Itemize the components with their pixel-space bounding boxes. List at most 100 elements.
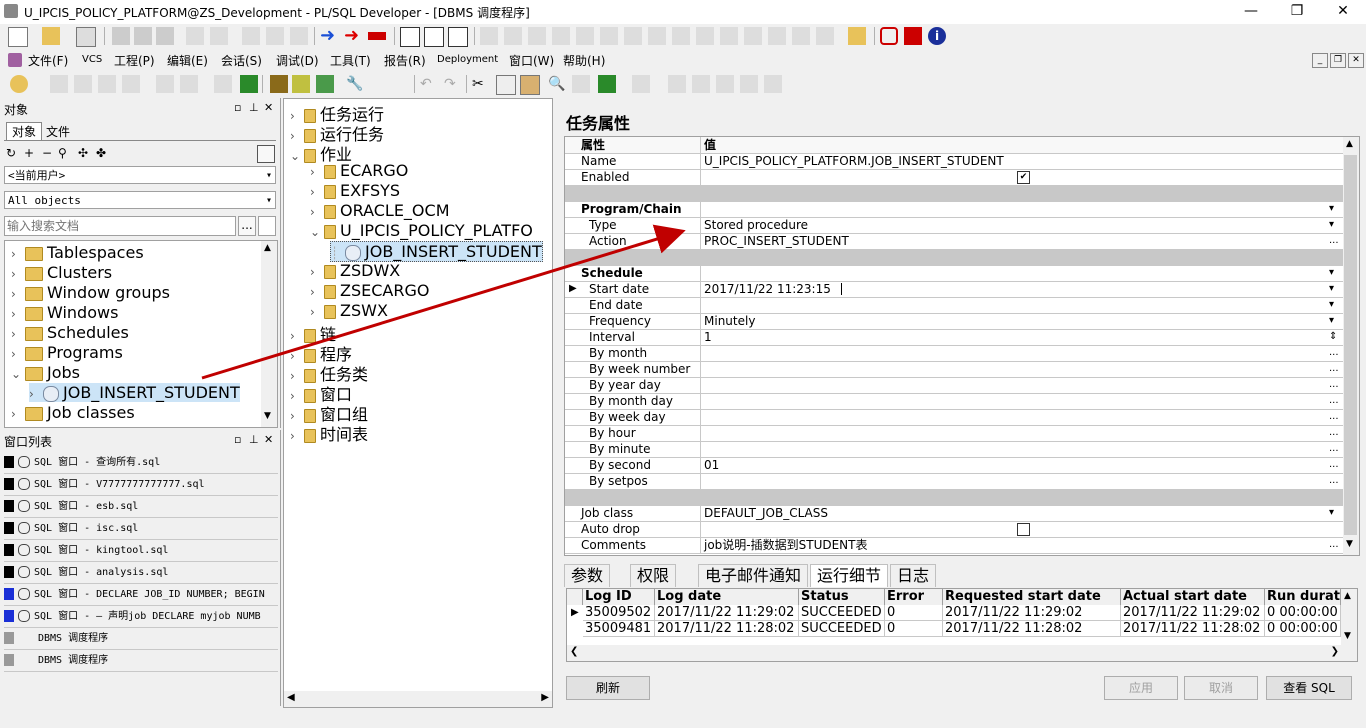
property-group[interactable]: Schedule ▾ — [565, 265, 1345, 282]
menu-session[interactable]: 会话(S) — [221, 52, 262, 69]
property-row[interactable]: By month day... — [565, 393, 1345, 410]
print-icon[interactable] — [76, 27, 96, 47]
window-list-item[interactable]: SQL 窗口 - kingtool.sql — [4, 540, 278, 562]
expander-icon[interactable]: › — [310, 265, 320, 279]
find-icon[interactable]: 🔍 — [548, 75, 566, 93]
ellipsis-button[interactable]: ... — [1329, 457, 1339, 473]
expander-icon[interactable]: › — [11, 307, 21, 321]
menu-tools[interactable]: 工具(T) — [330, 52, 371, 69]
property-row[interactable]: Name U_IPCIS_POLICY_PLATFORM.JOB_INSERT_S… — [565, 153, 1345, 170]
property-value[interactable]: DEFAULT_JOB_CLASS — [701, 505, 1341, 521]
sched-tree-node[interactable]: ⌄ U_IPCIS_POLICY_PLATFO — [310, 221, 533, 240]
rollback-icon[interactable] — [122, 75, 140, 93]
save-all-icon[interactable] — [134, 27, 152, 45]
print-preview-icon[interactable] — [186, 27, 204, 45]
menu-window[interactable]: 窗口(W) — [509, 52, 554, 69]
menu-edit[interactable]: 编辑(E) — [167, 52, 208, 69]
tool1-icon[interactable] — [242, 27, 260, 45]
tool-d-icon[interactable] — [552, 27, 570, 45]
property-row[interactable]: By year day... — [565, 377, 1345, 394]
tool-b-icon[interactable] — [504, 27, 522, 45]
log-column-header[interactable]: Run duratio — [1265, 589, 1341, 605]
property-row[interactable]: By hour... — [565, 425, 1345, 442]
comment-icon[interactable] — [716, 75, 734, 93]
report-icon[interactable] — [316, 75, 334, 93]
sql2-icon[interactable] — [180, 75, 198, 93]
search-doc-icon[interactable] — [258, 216, 276, 236]
property-value[interactable]: 2017/11/22 11:23:15 — [701, 281, 1341, 297]
property-row[interactable]: Job class DEFAULT_JOB_CLASS ▾ — [565, 505, 1345, 522]
property-row[interactable]: By week day... — [565, 409, 1345, 426]
tab-run-details[interactable]: 运行细节 — [810, 564, 889, 587]
find-objects-icon[interactable] — [270, 75, 288, 93]
tool-n-icon[interactable] — [792, 27, 810, 45]
property-value[interactable]: 1 — [701, 329, 1341, 345]
tree-node[interactable]: › Job classes — [11, 403, 135, 422]
binoculars-icon[interactable]: ⚲ — [58, 146, 67, 160]
winlist-float-icon[interactable]: ▫ — [234, 433, 241, 446]
oracle-icon[interactable] — [880, 27, 898, 45]
tool-e-icon[interactable] — [576, 27, 594, 45]
ellipsis-button[interactable]: ... — [1329, 537, 1339, 553]
sched-tree-node[interactable]: › ZSDWX — [310, 261, 400, 280]
expander-icon[interactable]: › — [310, 185, 320, 199]
window-list-item[interactable]: SQL 窗口 - — 声明job DECLARE myjob NUMB — [4, 606, 278, 628]
log-vscroll[interactable]: ▲ ▼ — [1341, 589, 1357, 645]
menu-deployment[interactable]: Deployment — [437, 54, 498, 65]
property-value[interactable]: U_IPCIS_POLICY_PLATFORM.JOB_INSERT_STUDE… — [701, 153, 1341, 169]
property-value[interactable] — [701, 361, 1341, 377]
sched-tree-hscroll[interactable]: ◀ ▶ — [284, 691, 552, 707]
refresh-button[interactable]: 刷新 — [566, 676, 650, 700]
close-button[interactable]: ✕ — [1320, 0, 1366, 24]
property-row[interactable]: Comments job说明-插数据到STUDENT表... — [565, 537, 1345, 554]
expander-icon[interactable]: ⌄ — [290, 149, 300, 163]
property-row[interactable]: By setpos... — [565, 473, 1345, 490]
break-icon[interactable] — [368, 32, 386, 40]
user-combo[interactable]: <当前用户> ▾ — [4, 166, 276, 184]
copy-icon[interactable] — [496, 75, 516, 95]
window-list-item[interactable]: SQL 窗口 - 查询所有.sql — [4, 452, 278, 474]
menu-help[interactable]: 帮助(H) — [563, 52, 605, 69]
property-value[interactable] — [701, 345, 1341, 361]
property-value[interactable] — [701, 201, 1341, 217]
pdf-icon[interactable] — [904, 27, 922, 45]
minimize-button[interactable]: — — [1228, 0, 1274, 24]
page-setup-icon[interactable] — [210, 27, 228, 45]
tool-i-icon[interactable] — [672, 27, 690, 45]
commit-icon[interactable] — [98, 75, 116, 93]
execute-icon[interactable] — [74, 75, 92, 93]
tree-node[interactable]: ⌄ Jobs — [11, 363, 80, 382]
tool-f-icon[interactable] — [600, 27, 618, 45]
tool-o-icon[interactable] — [816, 27, 834, 45]
expander-icon[interactable]: › — [310, 285, 320, 299]
dropdown-arrow-icon[interactable]: ▾ — [1329, 265, 1334, 281]
log-column-header[interactable]: Log date — [655, 589, 799, 605]
outdent-icon[interactable] — [692, 75, 710, 93]
menu-reports[interactable]: 报告(R) — [384, 52, 426, 69]
redo-icon[interactable]: ↷ — [444, 75, 462, 93]
property-value[interactable]: job说明-插数据到STUDENT表 — [701, 537, 1341, 553]
dropdown-arrow-icon[interactable]: ▾ — [1329, 217, 1334, 233]
search-more-button[interactable]: ... — [238, 216, 256, 236]
close-file-icon[interactable] — [156, 27, 174, 45]
menu-file[interactable]: 文件(F) — [28, 52, 68, 69]
auto-drop-checkbox[interactable] — [1017, 523, 1030, 536]
property-row[interactable]: ▶ Start date 2017/11/22 11:23:15 ▾ — [565, 281, 1345, 298]
ellipsis-button[interactable]: ... — [1329, 409, 1339, 425]
expander-icon[interactable]: › — [310, 165, 320, 179]
ellipsis-button[interactable]: ... — [1329, 345, 1339, 361]
log-column-header[interactable]: Status — [799, 589, 885, 605]
tool-j-icon[interactable] — [696, 27, 714, 45]
winlist-pin-icon[interactable]: ⊥ — [249, 433, 259, 446]
panel-float-icon[interactable]: ▫ — [234, 101, 241, 114]
menu-debug[interactable]: 调试(D) — [276, 52, 319, 69]
window-list-item[interactable]: SQL 窗口 - DECLARE JOB_ID NUMBER; BEGIN — [4, 584, 278, 606]
objects-combo[interactable]: All objects ▾ — [4, 191, 276, 209]
expander-icon[interactable]: › — [11, 267, 21, 281]
dropdown-arrow-icon[interactable]: ▾ — [1329, 201, 1334, 217]
property-value[interactable] — [701, 185, 1341, 201]
property-row[interactable]: Interval 1 ⇕ — [565, 329, 1345, 346]
save-icon[interactable] — [112, 27, 130, 45]
undo-icon[interactable]: ↶ — [420, 75, 438, 93]
tab-files[interactable]: 文件 — [42, 124, 74, 140]
